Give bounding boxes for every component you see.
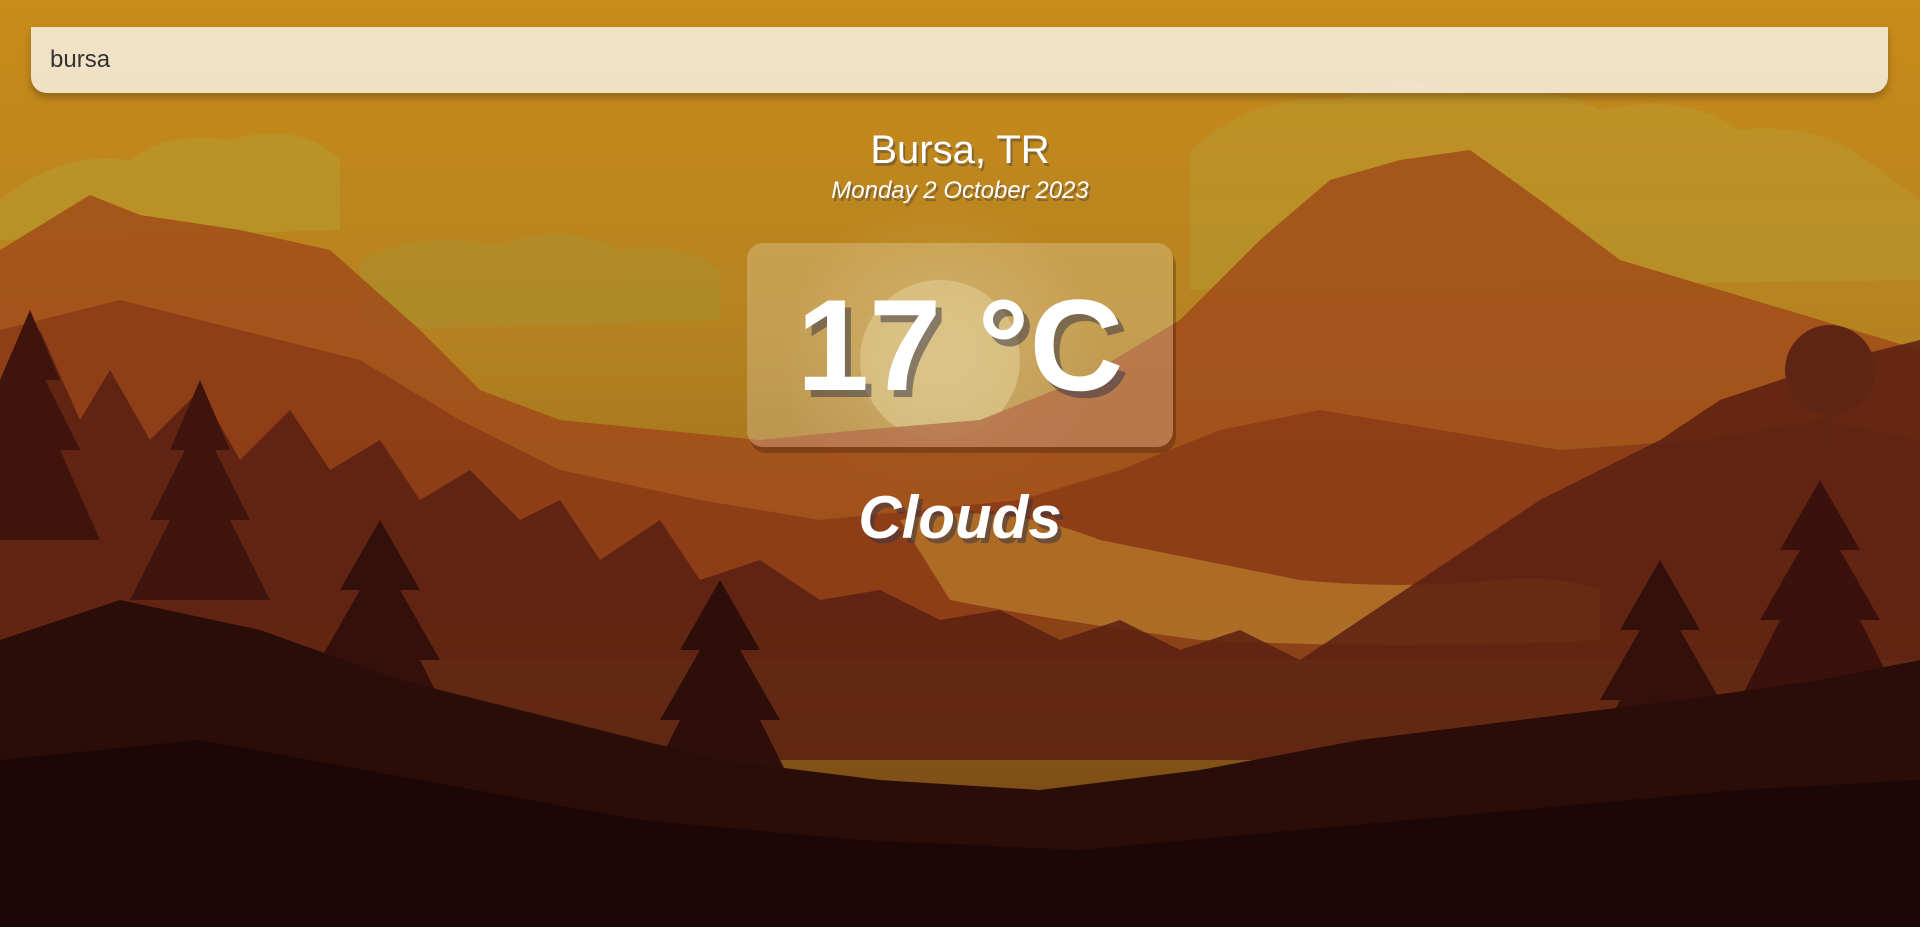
temperature-card: 17 °C — [747, 243, 1173, 447]
location-label: Bursa, TR — [870, 128, 1050, 172]
search-input[interactable] — [31, 27, 1888, 93]
date-label: Monday 2 October 2023 — [831, 177, 1089, 204]
weather-condition: Clouds — [858, 484, 1062, 551]
temperature-value: 17 °C — [796, 272, 1124, 418]
weather-app: Bursa, TR Monday 2 October 2023 17 °C Cl… — [0, 0, 1920, 927]
